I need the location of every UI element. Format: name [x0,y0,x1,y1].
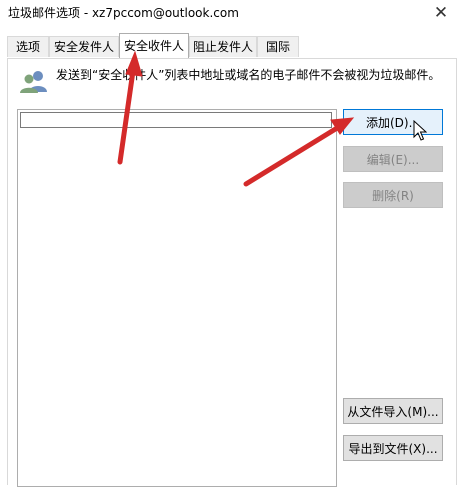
safe-recipients-panel: 发送到“安全收件人”列表中地址或域名的电子邮件不会被视为垃圾邮件。 添加(D).… [7,58,457,487]
tab-options[interactable]: 选项 [7,36,49,57]
tab-blocked-senders[interactable]: 阻止发件人 [189,36,257,57]
close-icon[interactable]: ✕ [429,2,453,24]
tab-safe-recipients[interactable]: 安全收件人 [119,33,189,58]
window-title: 垃圾邮件选项 - xz7pccom@outlook.com [8,6,239,20]
tab-international[interactable]: 国际 [257,36,299,57]
remove-button[interactable]: 删除(R) [343,182,443,208]
import-from-file-button[interactable]: 从文件导入(M)... [343,398,443,424]
export-to-file-button[interactable]: 导出到文件(X)... [343,435,443,461]
mouse-cursor-icon [413,120,427,141]
add-button[interactable]: 添加(D)... [343,109,443,135]
description-text: 发送到“安全收件人”列表中地址或域名的电子邮件不会被视为垃圾邮件。 [56,68,441,82]
title-bar: 垃圾邮件选项 - xz7pccom@outlook.com ✕ [0,0,461,30]
safe-recipients-list[interactable] [17,109,337,487]
users-icon [20,71,47,93]
tab-safe-senders[interactable]: 安全发件人 [49,36,119,57]
edit-button[interactable]: 编辑(E)... [343,146,443,172]
list-entry-field[interactable] [20,112,332,128]
